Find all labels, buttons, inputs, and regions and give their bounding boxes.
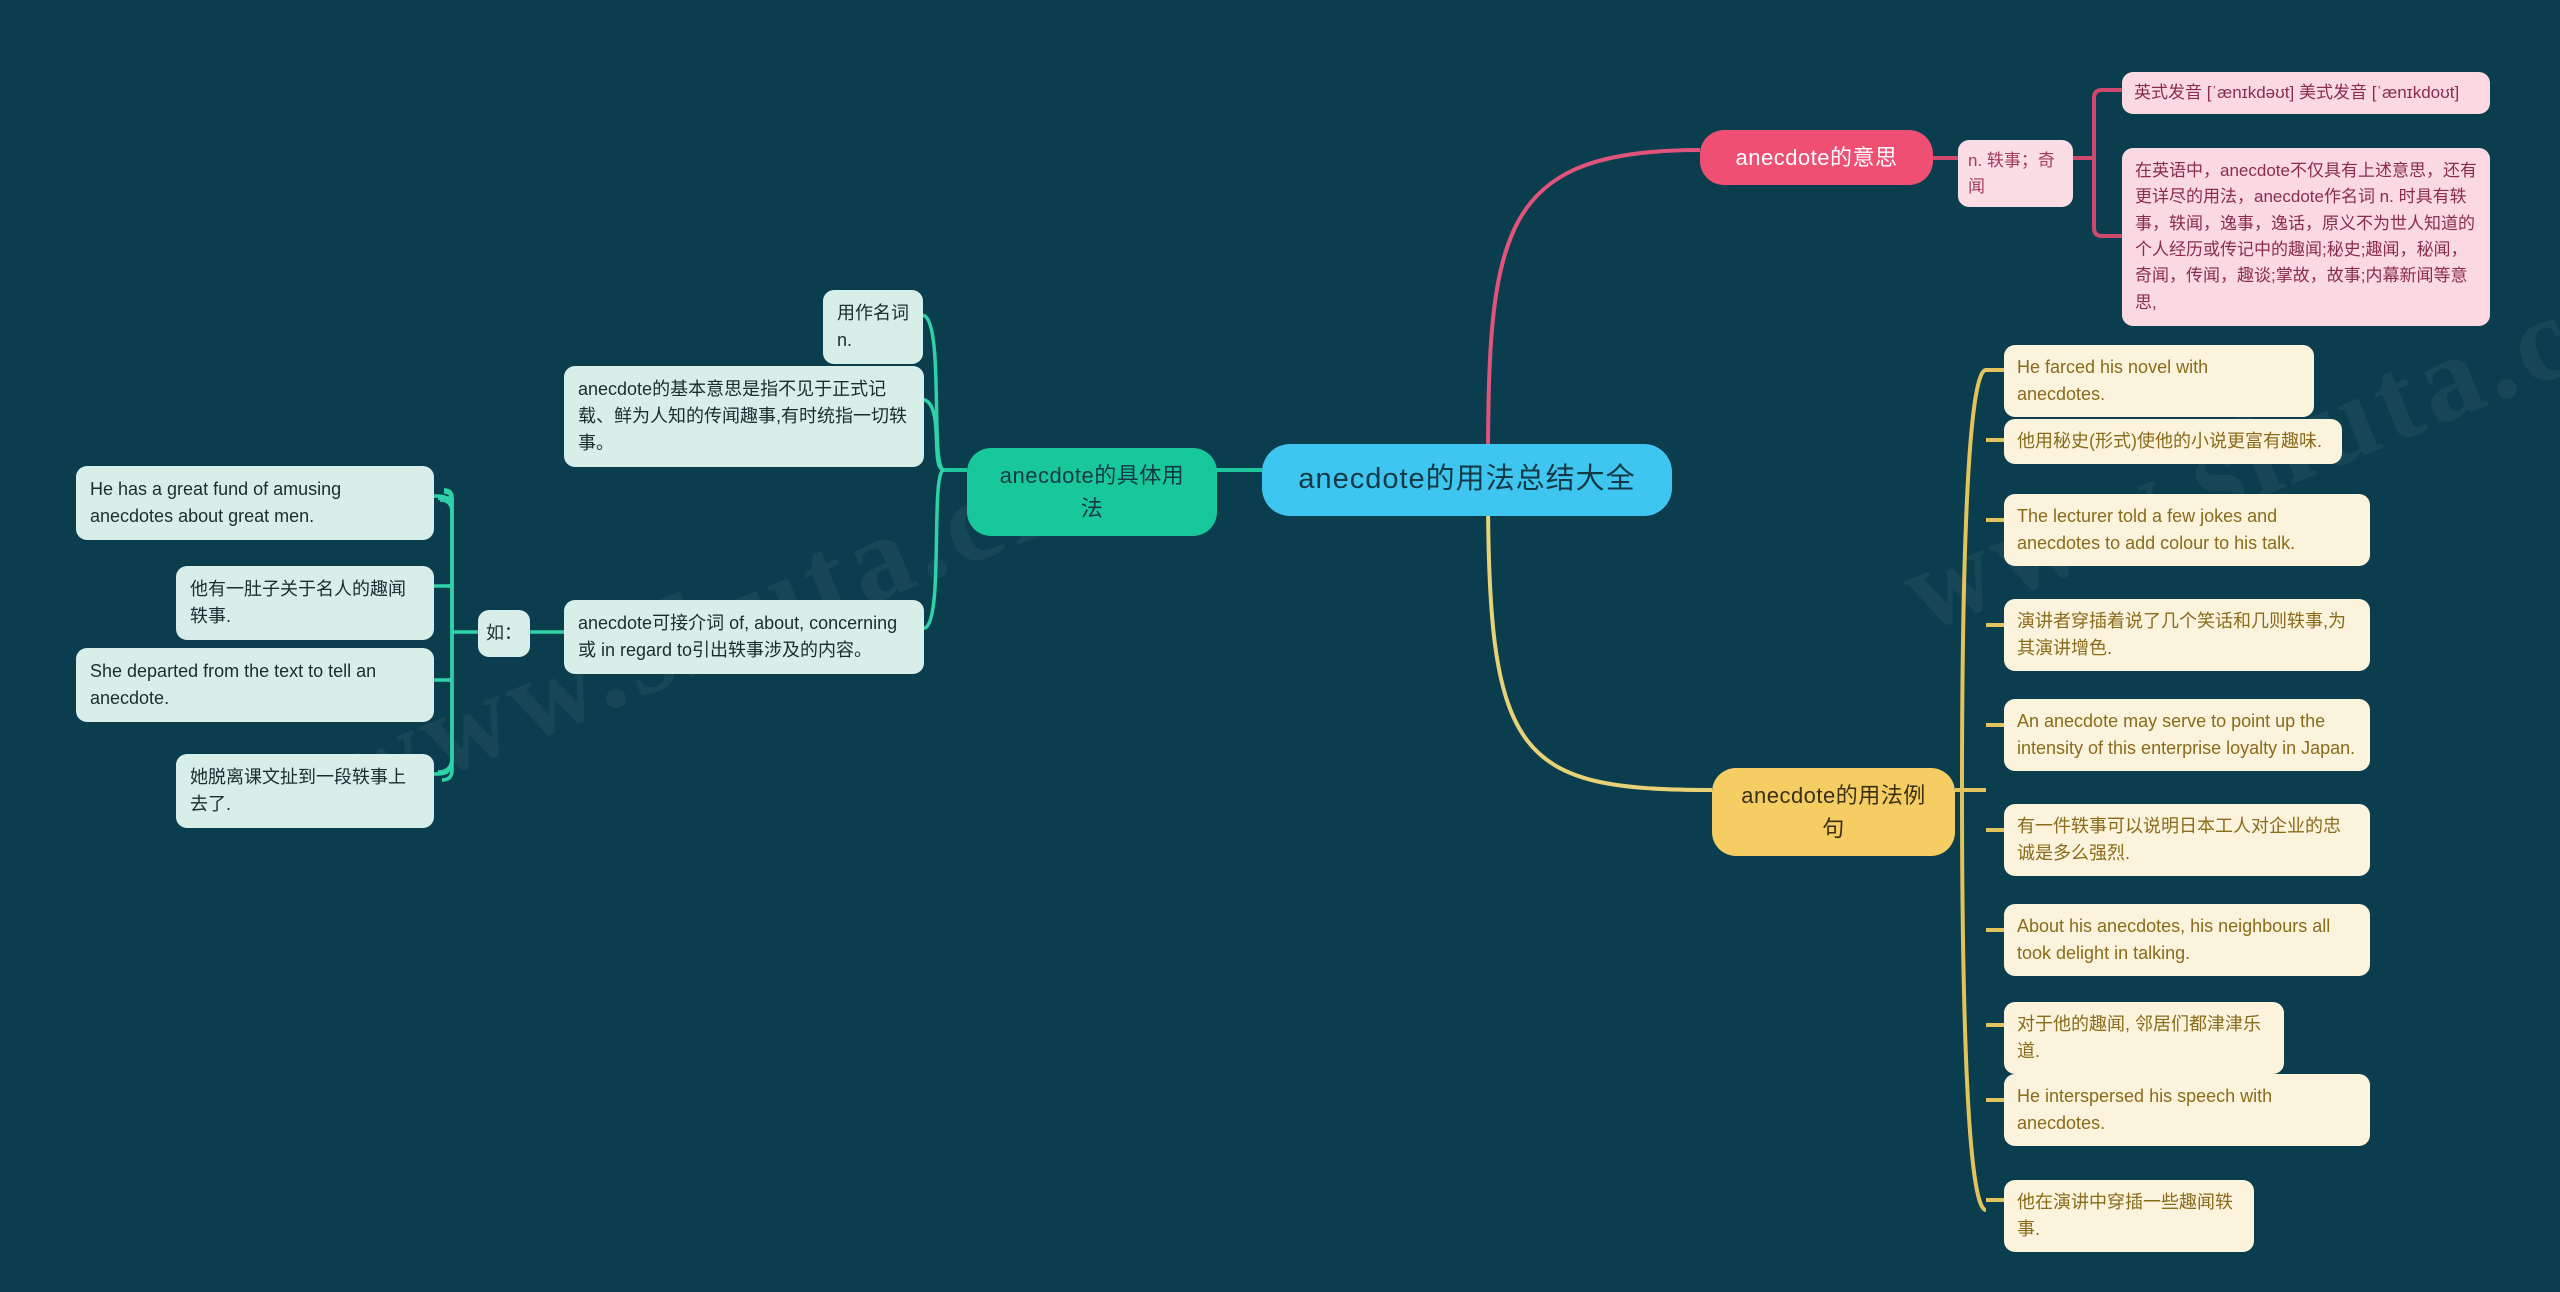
yellow-example-7[interactable]: About his anecdotes, his neighbours all … — [2004, 904, 2370, 976]
yellow-example-6[interactable]: 有一件轶事可以说明日本工人对企业的忠诚是多么强烈. — [2004, 804, 2370, 876]
root-node[interactable]: anecdote的用法总结大全 — [1262, 444, 1672, 516]
example-sentence-en-2[interactable]: She departed from the text to tell an an… — [76, 648, 434, 722]
yellow-example-5[interactable]: An anecdote may serve to point up the in… — [2004, 699, 2370, 771]
example-sentence-zh-2[interactable]: 她脱离课文扯到一段轶事上去了. — [176, 754, 434, 828]
node-pronunciation[interactable]: 英式发音 [ˈænɪkdəʊt] 美式发音 [ˈænɪkdoʊt] — [2122, 72, 2490, 114]
yellow-example-3[interactable]: The lecturer told a few jokes and anecdo… — [2004, 494, 2370, 566]
node-used-as-noun[interactable]: 用作名词 n. — [823, 290, 923, 364]
mindmap-canvas: www.shuta.cn www.shuta.cn — [0, 0, 2560, 1292]
yellow-example-1[interactable]: He farced his novel with anecdotes. — [2004, 345, 2314, 417]
yellow-example-2[interactable]: 他用秘史(形式)使他的小说更富有趣味. — [2004, 419, 2342, 464]
yellow-example-8[interactable]: 对于他的趣闻, 邻居们都津津乐道. — [2004, 1002, 2284, 1074]
branch-specific-usage[interactable]: anecdote的具体用法 — [967, 448, 1217, 536]
branch-meaning[interactable]: anecdote的意思 — [1700, 130, 1933, 185]
yellow-example-9[interactable]: He interspersed his speech with anecdote… — [2004, 1074, 2370, 1146]
node-basic-meaning[interactable]: anecdote的基本意思是指不见于正式记载、鲜为人知的传闻趣事,有时统指一切轶… — [564, 366, 924, 467]
node-ru-label[interactable]: 如： — [478, 610, 530, 657]
branch-example-sentences[interactable]: anecdote的用法例句 — [1712, 768, 1955, 856]
node-detailed-usage[interactable]: 在英语中，anecdote不仅具有上述意思，还有更详尽的用法，anecdote作… — [2122, 148, 2490, 327]
node-prepositions[interactable]: anecdote可接介词 of, about, concerning 或 in … — [564, 600, 924, 674]
yellow-example-4[interactable]: 演讲者穿插着说了几个笑话和几则轶事,为其演讲增色. — [2004, 599, 2370, 671]
yellow-example-10[interactable]: 他在演讲中穿插一些趣闻轶事. — [2004, 1180, 2254, 1252]
example-sentence-en-1[interactable]: He has a great fund of amusing anecdotes… — [76, 466, 434, 540]
example-sentence-zh-1[interactable]: 他有一肚子关于名人的趣闻轶事. — [176, 566, 434, 640]
node-pos-gloss[interactable]: n. 轶事；奇闻 — [1958, 140, 2073, 207]
